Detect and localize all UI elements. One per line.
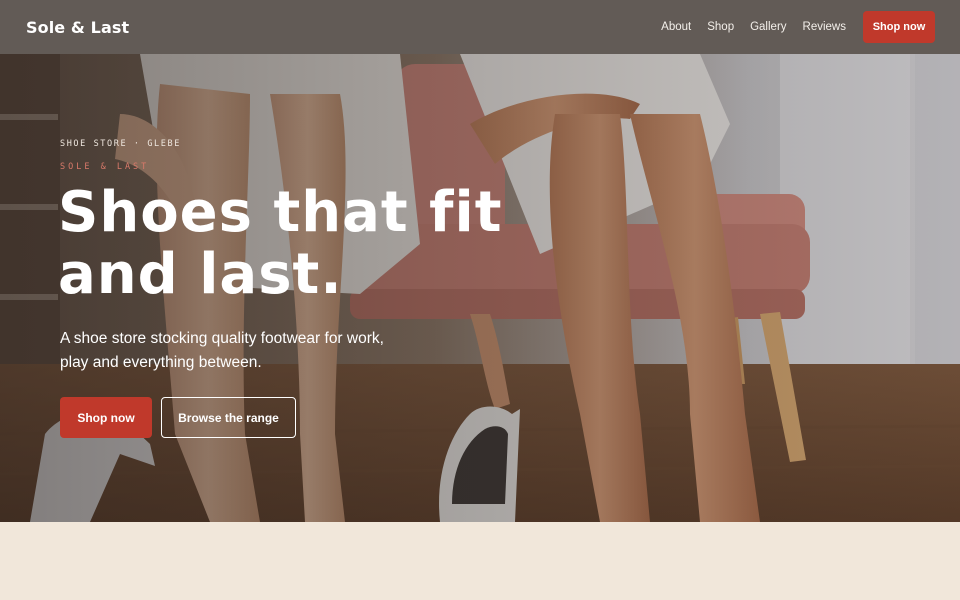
- nav-link-about[interactable]: About: [661, 21, 691, 33]
- hero-brand-tag: SOLE & LAST: [60, 162, 150, 172]
- page: Sole & Last About Shop Gallery Reviews S…: [0, 0, 960, 600]
- next-section: [0, 522, 960, 600]
- site-logo[interactable]: Sole & Last: [26, 18, 129, 37]
- hero-headline-line-2: and last.: [58, 242, 343, 307]
- hero-headline: Shoes that fit and last.: [58, 182, 558, 306]
- main-nav: About Shop Gallery Reviews: [661, 21, 846, 33]
- hero-shop-now-button[interactable]: Shop now: [60, 397, 152, 438]
- browse-range-button[interactable]: Browse the range: [161, 397, 296, 438]
- header-shop-now-button[interactable]: Shop now: [863, 11, 935, 43]
- nav-link-gallery[interactable]: Gallery: [750, 21, 786, 33]
- site-header: Sole & Last About Shop Gallery Reviews S…: [0, 0, 960, 54]
- nav-link-shop[interactable]: Shop: [707, 21, 734, 33]
- nav-link-reviews[interactable]: Reviews: [803, 21, 846, 33]
- hero-headline-line-1: Shoes that fit: [58, 180, 503, 245]
- hero-section: SHOE STORE · GLEBE SOLE & LAST Shoes tha…: [0, 54, 960, 522]
- hero-eyebrow: SHOE STORE · GLEBE: [60, 139, 181, 149]
- hero-subtitle: A shoe store stocking quality footwear f…: [60, 330, 384, 371]
